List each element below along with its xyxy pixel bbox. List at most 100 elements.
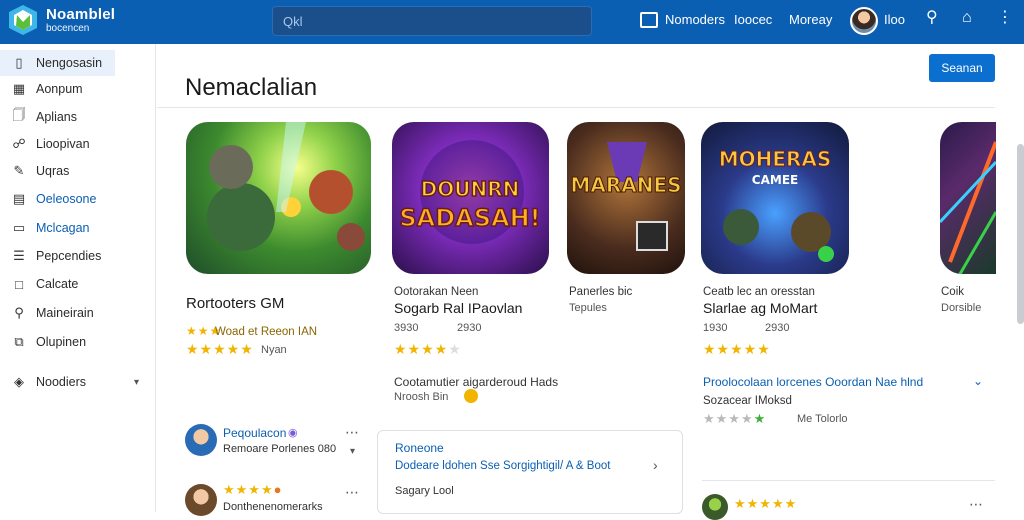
square-icon: □ xyxy=(15,276,23,292)
rating-stars-1b: ★★★★★ xyxy=(186,341,254,357)
chevron-right-icon[interactable]: › xyxy=(653,457,658,473)
game-art xyxy=(207,122,365,251)
page-title: Nemaclalian xyxy=(185,74,318,101)
sidebar-item-label: Aplians xyxy=(36,110,77,124)
game-tile-1[interactable] xyxy=(186,122,371,274)
game-title-3[interactable]: Panerles bic xyxy=(569,286,632,298)
game-art xyxy=(940,141,996,274)
rating-stars-2: ★★★★★ xyxy=(394,341,462,357)
user-avatar[interactable] xyxy=(850,7,878,35)
sidebar-item-label: Calcate xyxy=(36,277,79,291)
main-content: Nemaclalian Seanan Rortooters GM ★★★ Woa… xyxy=(157,44,1024,520)
sidebar-item-label: Oeleosone xyxy=(36,192,97,206)
promo-text[interactable]: Cootamutier aigarderoud Hads xyxy=(394,375,558,389)
game-art: MOHERAS CAMEE xyxy=(718,147,834,262)
game-sub-5: Dorsible xyxy=(941,302,982,314)
search-icon[interactable]: ⚲ xyxy=(926,10,938,26)
primary-action-button[interactable]: Seanan xyxy=(929,54,995,82)
right-link[interactable]: Proolocolaan lorcenes Ooordan Nae hlnd xyxy=(703,375,923,389)
game-tile-3[interactable]: MARANES xyxy=(567,122,685,274)
game-sub-3: Tepules xyxy=(569,302,607,314)
sidebar-item-7[interactable]: ☰ Pepcendies xyxy=(0,243,156,269)
rating-stars-4: ★★★★★ xyxy=(703,341,771,357)
search-input[interactable]: Qkl xyxy=(272,6,592,36)
tag-icon: ◈ xyxy=(14,374,24,389)
user-avatar-3[interactable] xyxy=(702,494,728,520)
sidebar-item-5[interactable]: ▤ Oeleosone xyxy=(0,186,156,212)
sidebar-item-label: Maineirain xyxy=(36,306,94,320)
game-title-2b[interactable]: Sogarb Ral IPaovlan xyxy=(394,300,522,316)
chevron-down-icon[interactable]: ⌄ xyxy=(973,374,983,388)
info-card[interactable]: Roneone Dodeare ldohen Sse Sorgightigil/… xyxy=(377,430,683,514)
notes-icon[interactable] xyxy=(640,12,658,28)
game-title-1[interactable]: Rortooters GM xyxy=(186,295,284,312)
rating-line-1: Woad et Reeon IAN xyxy=(215,326,318,338)
game-art: DOUNRN SADASAH! xyxy=(399,140,541,244)
user-sub-2: Donthenenomerarks xyxy=(223,501,323,513)
right-meta: Me Tolorlo xyxy=(797,413,848,425)
book-icon: ▭ xyxy=(12,220,26,235)
card-body: Dodeare ldohen Sse Sorgightigil/ A & Boo… xyxy=(395,460,611,472)
sidebar-item-3[interactable]: ☍ Lioopivan xyxy=(0,131,156,157)
game-title-4a[interactable]: Ceatb lec an oresstan xyxy=(703,286,815,298)
sidebar-item-label: Lioopivan xyxy=(36,137,90,151)
sidebar-item-9[interactable]: ⚲ Maineirain xyxy=(0,300,156,326)
count-4b: 2930 xyxy=(765,322,790,334)
sidebar-item-label: Mclcagan xyxy=(36,221,90,235)
app-logo-icon[interactable] xyxy=(8,4,38,36)
user-label[interactable]: Iloo xyxy=(884,12,905,27)
brand[interactable]: Noamblel bocencen xyxy=(46,7,115,34)
sidebar-item-label: Aonpum xyxy=(36,82,83,96)
sidebar: ▯ Nengosasin ▦ Aonpum 🗍 Aplians ☍ Lioopi… xyxy=(0,44,156,512)
tile-text-1: DOUNRN xyxy=(421,177,520,201)
nav-link-3[interactable]: Moreay xyxy=(789,12,832,27)
chevron-down-icon[interactable]: ▾ xyxy=(134,377,139,388)
sidebar-item-11[interactable]: ◈ Noodiers ▾ xyxy=(0,369,156,395)
game-tile-5[interactable] xyxy=(940,122,996,274)
user-avatar-2[interactable] xyxy=(185,484,217,516)
sidebar-item-0[interactable]: ▯ Nengosasin xyxy=(0,50,115,76)
right-sub: Sozacear IMoksd xyxy=(703,395,792,407)
verified-icon: ◉ xyxy=(288,427,298,439)
more-options-icon[interactable]: ⋯ xyxy=(345,484,360,501)
divider xyxy=(702,480,995,481)
list-icon: ☰ xyxy=(13,248,25,263)
lock-icon: ☍ xyxy=(12,136,26,151)
user-sub-1: Remoare Porlenes 080 xyxy=(223,443,337,455)
sidebar-item-8[interactable]: □ Calcate xyxy=(0,271,156,297)
user-avatar-1[interactable] xyxy=(185,424,217,456)
tile-text-2: SADASAH! xyxy=(399,204,540,232)
rating-stars-user3: ★★★★★ xyxy=(734,496,798,511)
doc-icon: 🗍 xyxy=(12,107,26,122)
nav-link-1[interactable]: Nomoders xyxy=(665,12,725,27)
user-name-1[interactable]: Peqoulacon xyxy=(223,426,286,440)
calendar-icon: ▤ xyxy=(12,191,26,206)
game-title-4b[interactable]: Slarlae ag MoMart xyxy=(703,300,817,316)
game-tile-4[interactable]: MOHERAS CAMEE xyxy=(701,122,849,274)
rating-stars-user2: ★★★★● xyxy=(223,482,283,497)
more-options-icon[interactable]: ⋯ xyxy=(969,496,984,513)
search-icon: ⚲ xyxy=(14,305,24,320)
scrollbar[interactable] xyxy=(1017,144,1024,324)
home-icon[interactable]: ⌂ xyxy=(962,10,972,26)
sidebar-item-1[interactable]: ▦ Aonpum xyxy=(0,76,156,102)
rating-stars-grey: ★★★★★ xyxy=(703,411,767,426)
search-placeholder: Qkl xyxy=(283,13,303,29)
game-title-2a[interactable]: Ootorakan Neen xyxy=(394,286,478,298)
card-title: Roneone xyxy=(395,441,444,455)
sidebar-item-2[interactable]: 🗍 Aplians xyxy=(0,104,156,130)
chevron-down-icon[interactable]: ▾ xyxy=(350,446,355,457)
tile-text-3: MARANES xyxy=(570,173,681,197)
sidebar-item-label: Pepcendies xyxy=(36,249,102,263)
sidebar-item-label: Noodiers xyxy=(36,375,87,389)
more-options-icon[interactable]: ⋯ xyxy=(345,424,360,441)
sidebar-item-4[interactable]: ✎ Uqras xyxy=(0,158,156,184)
sidebar-item-10[interactable]: ⧉ Olupinen xyxy=(0,329,156,355)
game-tile-2[interactable]: DOUNRN SADASAH! xyxy=(392,122,549,274)
sidebar-item-6[interactable]: ▭ Mclcagan xyxy=(0,215,156,241)
more-vertical-icon[interactable]: ⋮ xyxy=(997,10,1013,26)
promo-sub: Nroosh Bin xyxy=(394,391,449,403)
count-2b: 2930 xyxy=(457,322,482,334)
nav-link-2[interactable]: Ioocec xyxy=(734,12,772,27)
game-title-5[interactable]: Coik xyxy=(941,286,964,298)
